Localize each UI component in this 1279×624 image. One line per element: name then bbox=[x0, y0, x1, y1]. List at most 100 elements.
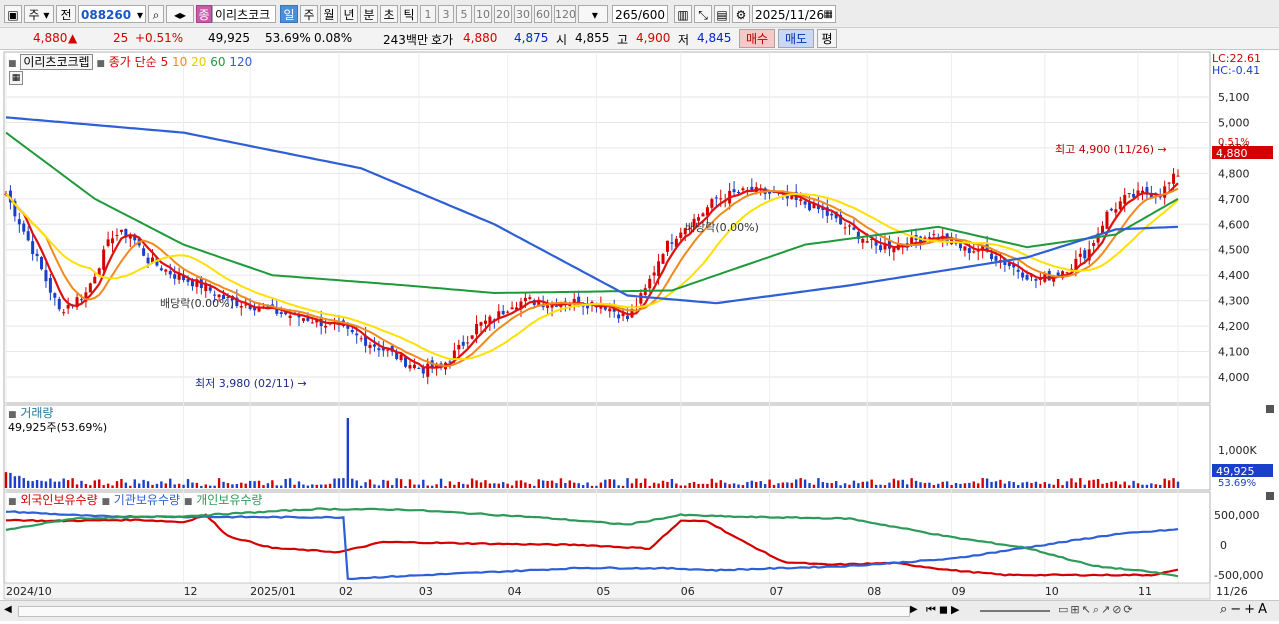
candle-type-icon[interactable]: ▥ bbox=[674, 5, 692, 23]
period-tab-tick[interactable]: 틱 bbox=[400, 5, 418, 23]
volume-bar bbox=[106, 483, 110, 488]
interval-5[interactable]: 5 bbox=[456, 5, 472, 23]
volume-bar bbox=[519, 480, 523, 488]
volume-bar bbox=[688, 483, 691, 488]
volume-bar bbox=[541, 480, 545, 488]
volume-bar bbox=[692, 481, 696, 488]
volume-bar bbox=[679, 485, 682, 488]
volume-bar bbox=[537, 479, 540, 488]
volume-bar bbox=[31, 481, 34, 488]
stock-code-input[interactable]: 088260 ▾ bbox=[78, 5, 146, 23]
line-tool-icon[interactable]: ⤡ bbox=[694, 5, 712, 23]
holdings-panel-close-icon[interactable] bbox=[1266, 492, 1274, 500]
candle-body bbox=[1127, 192, 1131, 194]
candle-body bbox=[168, 271, 172, 275]
volume-bar bbox=[626, 478, 629, 488]
volume-bar bbox=[75, 484, 79, 488]
volume-bar bbox=[182, 484, 185, 488]
volume-bar bbox=[1105, 482, 1109, 488]
history-nav-icon[interactable]: ◂▸ bbox=[166, 5, 194, 23]
volume-bar bbox=[413, 484, 416, 488]
table-icon[interactable]: ▦ bbox=[9, 71, 23, 85]
interval-60[interactable]: 60 bbox=[534, 5, 552, 23]
volume-bar bbox=[191, 482, 194, 488]
candle-body bbox=[1056, 272, 1060, 276]
market-scope-select[interactable]: 전 bbox=[56, 5, 76, 23]
volume-bar bbox=[577, 483, 580, 488]
candle-body bbox=[554, 305, 558, 307]
volume-bar bbox=[164, 483, 168, 488]
volume-panel-close-icon[interactable] bbox=[1266, 405, 1274, 413]
interval-3[interactable]: 3 bbox=[438, 5, 454, 23]
search-icon[interactable]: ⌕ bbox=[148, 5, 164, 23]
price-tick-label: 4,000 bbox=[1218, 371, 1250, 384]
interval-1[interactable]: 1 bbox=[420, 5, 436, 23]
save-icon[interactable]: ▤ bbox=[714, 5, 730, 23]
x-axis-label: 11 bbox=[1138, 585, 1152, 598]
volume-bar bbox=[937, 483, 940, 488]
volume-bar bbox=[382, 479, 385, 488]
volume-bar bbox=[93, 480, 96, 488]
stock-name-field[interactable]: 이리츠코크 bbox=[212, 5, 276, 23]
scroll-right-icon[interactable]: ▶ bbox=[910, 604, 918, 615]
dropdown-arrow-icon[interactable]: ▾ bbox=[137, 6, 143, 22]
chart-scroll-bar: ◀ ▶ ⏮◼▶ ▭⊞↖⌕↗⊘⟳ ⌕−+A bbox=[0, 600, 1279, 621]
market-mode-select[interactable]: 주 ▾ bbox=[24, 5, 54, 23]
interval-120[interactable]: 120 bbox=[554, 5, 576, 23]
holdings-tick-label: 500,000 bbox=[1214, 509, 1260, 522]
sell-button[interactable]: 매도 bbox=[778, 29, 814, 48]
chart-area[interactable]: 5,1005,0004,9004,8004,7004,6004,5004,400… bbox=[0, 50, 1279, 621]
volume-bar bbox=[195, 482, 199, 488]
interval-20[interactable]: 20 bbox=[494, 5, 512, 23]
date-field[interactable]: 2025/11/26 ▦ bbox=[752, 5, 836, 23]
volume-bar bbox=[919, 482, 922, 488]
candle-body bbox=[372, 344, 376, 347]
candle-body bbox=[510, 307, 514, 310]
period-tab-second[interactable]: 초 bbox=[380, 5, 398, 23]
candle-body bbox=[1172, 173, 1176, 184]
interval-10[interactable]: 10 bbox=[474, 5, 492, 23]
buy-button[interactable]: 매수 bbox=[739, 29, 775, 48]
scroll-left-icon[interactable]: ◀ bbox=[4, 604, 12, 615]
scroll-track[interactable] bbox=[18, 606, 910, 617]
data-count-field[interactable]: 265/600 bbox=[612, 5, 668, 23]
volume-bar bbox=[1159, 485, 1162, 488]
candle-body bbox=[523, 297, 527, 302]
volume-bar bbox=[595, 485, 598, 488]
period-tab-minute[interactable]: 분 bbox=[360, 5, 378, 23]
volume-bar bbox=[1034, 481, 1038, 488]
stock-chart-svg[interactable]: 5,1005,0004,9004,8004,7004,6004,5004,400… bbox=[0, 50, 1279, 621]
eval-button[interactable]: 평 bbox=[817, 29, 837, 48]
volume-bar bbox=[728, 484, 731, 488]
tool-icons[interactable]: ▭⊞↖⌕↗⊘⟳ bbox=[1058, 603, 1135, 617]
settings-gear-icon[interactable]: ⚙ bbox=[732, 5, 750, 23]
volume-bar bbox=[803, 479, 807, 488]
candle-body bbox=[528, 297, 532, 300]
candle-body bbox=[62, 312, 66, 314]
price-panel-frame bbox=[3, 51, 1211, 404]
interval-custom-select[interactable]: ▾ bbox=[578, 5, 608, 23]
period-tab-year[interactable]: 년 bbox=[340, 5, 358, 23]
window-icon[interactable]: ▣ bbox=[4, 5, 22, 23]
calendar-icon[interactable]: ▦ bbox=[824, 6, 833, 22]
volume-tick-label: 1,000K bbox=[1218, 444, 1257, 457]
volume-bar bbox=[612, 479, 616, 488]
volume-bar bbox=[173, 484, 176, 488]
zoom-slider[interactable] bbox=[980, 610, 1050, 612]
period-tab-day[interactable]: 일 bbox=[280, 5, 298, 23]
candle-body bbox=[159, 268, 163, 271]
zoom-controls[interactable]: ⌕−+A bbox=[1220, 602, 1270, 617]
volume-bar bbox=[177, 483, 181, 488]
volume-current-tag-text: 49,925 bbox=[1216, 465, 1255, 478]
playback-controls[interactable]: ⏮◼▶ bbox=[926, 603, 963, 617]
interval-30[interactable]: 30 bbox=[514, 5, 532, 23]
volume-bar bbox=[670, 478, 674, 488]
candle-body bbox=[617, 314, 621, 319]
volume-bar bbox=[834, 481, 838, 488]
legend-stock-name[interactable]: 이리츠코크렙 bbox=[20, 54, 93, 70]
period-tab-month[interactable]: 월 bbox=[320, 5, 338, 23]
candle-body bbox=[506, 311, 510, 313]
volume-bar bbox=[941, 481, 944, 488]
period-tab-week[interactable]: 주 bbox=[300, 5, 318, 23]
stock-type-badge: 종 bbox=[196, 5, 212, 23]
